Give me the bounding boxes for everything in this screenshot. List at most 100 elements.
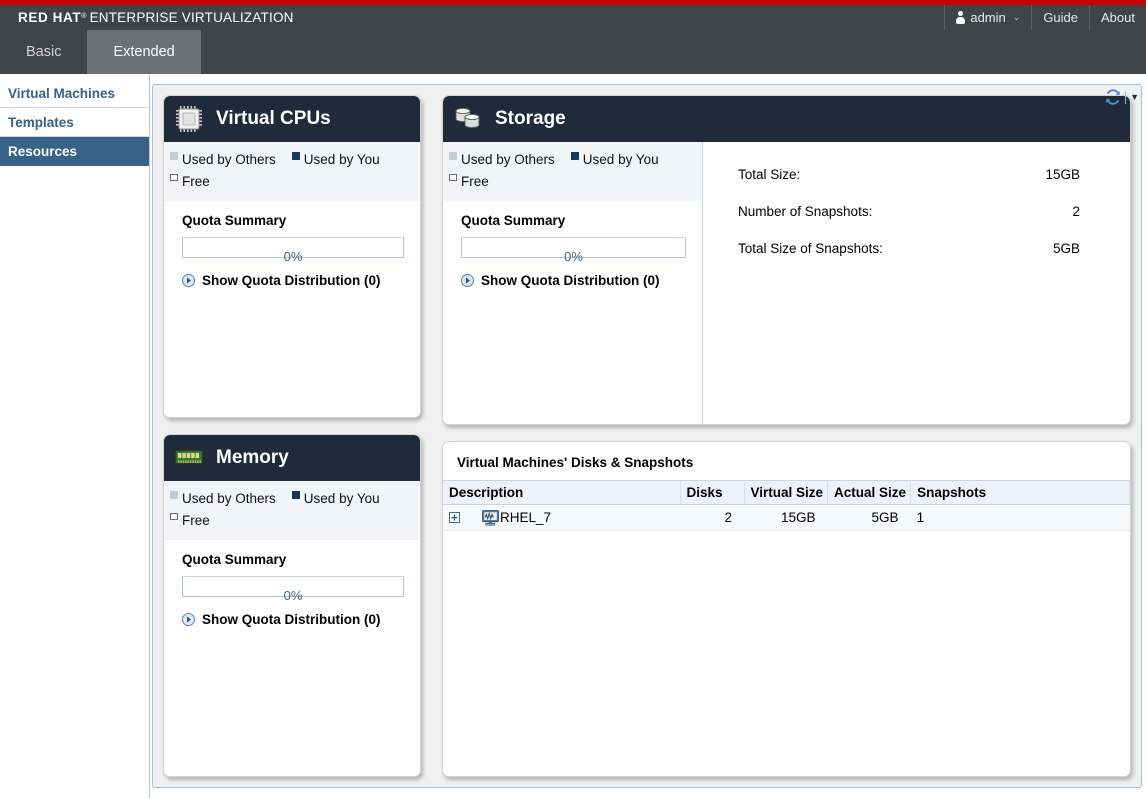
- table-body: RHEL_7 2 15GB 5GB 1: [443, 505, 1130, 531]
- storage-panel-header: Storage: [443, 96, 1130, 142]
- storage-quota: Quota Summary 0% Show Quota Distr: [443, 201, 702, 288]
- brand-trademark: ®: [81, 13, 89, 20]
- brand-redhat-text: RED HAT: [18, 10, 81, 25]
- memory-stick-icon: [174, 443, 204, 473]
- stat-label: Number of Snapshots:: [738, 204, 872, 219]
- storage-panel: Storage Used by Others: [442, 95, 1131, 425]
- legend-free: Free: [449, 171, 489, 193]
- brand-logo: RED HAT ® ENTERPRISE VIRTUALIZATION: [0, 10, 294, 25]
- legend-used-by-you: Used by You: [292, 488, 380, 510]
- legend-label-others: Used by Others: [461, 149, 555, 171]
- sidebar: Virtual Machines Templates Resources: [0, 74, 150, 798]
- legend-swatch-others-icon: [170, 152, 178, 160]
- person-icon: [956, 11, 965, 24]
- table-header: Description Disks Virtual Size Actual Si…: [443, 481, 1130, 505]
- user-navigation: admin ⌄ Guide About: [944, 5, 1146, 30]
- about-link[interactable]: About: [1089, 5, 1146, 30]
- column-header-disks[interactable]: Disks: [680, 481, 744, 505]
- masthead: RED HAT ® ENTERPRISE VIRTUALIZATION admi…: [0, 5, 1146, 30]
- virtual-cpus-legend: Used by Others Used by You Free: [164, 142, 420, 201]
- legend-label-free: Free: [182, 510, 210, 532]
- table-header-row: Description Disks Virtual Size Actual Si…: [443, 481, 1130, 505]
- storage-title: Storage: [495, 108, 566, 130]
- disks-snapshots-title: Virtual Machines' Disks & Snapshots: [443, 442, 1130, 480]
- legend-label-you: Used by You: [304, 149, 380, 171]
- stat-value: 15GB: [1045, 167, 1080, 182]
- user-menu[interactable]: admin ⌄: [944, 5, 1031, 30]
- column-header-actual-size[interactable]: Actual Size: [828, 481, 911, 505]
- left-panel-column: Virtual CPUs Used by Others Used by You: [163, 95, 421, 777]
- legend-label-you: Used by You: [583, 149, 659, 171]
- legend-used-by-you: Used by You: [571, 149, 659, 171]
- legend-used-by-you: Used by You: [292, 149, 380, 171]
- quota-summary-title: Quota Summary: [182, 213, 404, 228]
- cell-snapshots: 1: [911, 505, 1130, 531]
- legend-free: Free: [170, 171, 210, 193]
- legend-label-free: Free: [182, 171, 210, 193]
- legend-label-others: Used by Others: [182, 149, 276, 171]
- cell-virtual-size: 15GB: [744, 505, 828, 531]
- cell-description: RHEL_7: [443, 505, 680, 531]
- right-panel-column: Storage Used by Others: [442, 95, 1131, 777]
- quota-percent-label: 0%: [462, 249, 685, 264]
- toolbar-separator: [1125, 91, 1126, 104]
- tab-basic[interactable]: Basic: [0, 30, 87, 74]
- tab-extended[interactable]: Extended: [87, 30, 200, 74]
- legend-swatch-you-icon: [292, 491, 300, 499]
- stat-label: Total Size:: [738, 167, 800, 182]
- virtual-cpus-panel-header: Virtual CPUs: [164, 96, 420, 142]
- storage-statistics: Total Size: 15GB Number of Snapshots: 2 …: [703, 142, 1130, 424]
- show-quota-distribution-link[interactable]: Show Quota Distribution (0): [461, 273, 686, 288]
- expand-plus-icon[interactable]: [449, 512, 460, 523]
- arrow-right-circle-icon: [461, 274, 474, 287]
- quota-progress-bar: 0%: [182, 237, 404, 258]
- sidebar-item-virtual-machines[interactable]: Virtual Machines: [0, 79, 149, 108]
- body-wrapper: Virtual Machines Templates Resources ▼: [0, 74, 1146, 798]
- quota-summary-title: Quota Summary: [182, 552, 404, 567]
- legend-swatch-free-icon: [170, 513, 178, 520]
- dropdown-caret-icon[interactable]: ▼: [1130, 92, 1139, 102]
- quota-progress-bar: 0%: [461, 237, 686, 258]
- column-header-snapshots[interactable]: Snapshots: [911, 481, 1130, 505]
- column-header-virtual-size[interactable]: Virtual Size: [744, 481, 828, 505]
- legend-free: Free: [170, 510, 210, 532]
- chevron-down-icon: ⌄: [1013, 12, 1021, 23]
- storage-panel-body: Used by Others Used by You: [443, 142, 1130, 424]
- show-quota-distribution-link[interactable]: Show Quota Distribution (0): [182, 273, 404, 288]
- stat-total-size-of-snapshots: Total Size of Snapshots: 5GB: [738, 241, 1080, 256]
- column-header-description[interactable]: Description: [443, 481, 680, 505]
- stat-value: 5GB: [1053, 241, 1080, 256]
- quota-summary-title: Quota Summary: [461, 213, 686, 228]
- brand-product-text: ENTERPRISE VIRTUALIZATION: [90, 10, 294, 25]
- virtual-cpus-panel: Virtual CPUs Used by Others Used by You: [163, 95, 421, 418]
- legend-label-others: Used by Others: [182, 488, 276, 510]
- sidebar-item-resources[interactable]: Resources: [0, 137, 149, 166]
- refresh-icon[interactable]: [1105, 89, 1121, 105]
- memory-legend: Used by Others Used by You Free: [164, 481, 420, 540]
- cell-actual-size: 5GB: [828, 505, 911, 531]
- arrow-right-circle-icon: [182, 274, 195, 287]
- vm-name-label: RHEL_7: [500, 510, 551, 525]
- refresh-control[interactable]: ▼: [1105, 89, 1139, 105]
- content-panel-container: ▼: [152, 84, 1142, 788]
- virtual-machine-icon: [482, 510, 499, 526]
- stat-label: Total Size of Snapshots:: [738, 241, 883, 256]
- legend-swatch-you-icon: [571, 152, 579, 160]
- cpu-chip-icon: [174, 104, 204, 134]
- table-row[interactable]: RHEL_7 2 15GB 5GB 1: [443, 505, 1130, 531]
- stat-value: 2: [1072, 204, 1080, 219]
- legend-swatch-free-icon: [170, 174, 178, 181]
- virtual-cpus-quota: Quota Summary 0% Show Quota Distribution…: [164, 201, 420, 288]
- stat-number-of-snapshots: Number of Snapshots: 2: [738, 204, 1080, 219]
- legend-swatch-others-icon: [170, 491, 178, 499]
- show-quota-distribution-link[interactable]: Show Quota Distribution (0): [182, 612, 404, 627]
- quota-percent-label: 0%: [183, 588, 403, 603]
- storage-quota-column: Used by Others Used by You: [443, 142, 703, 424]
- disks-panel-filler: [443, 531, 1130, 776]
- guide-link[interactable]: Guide: [1031, 5, 1089, 30]
- disks-snapshots-table: Description Disks Virtual Size Actual Si…: [443, 480, 1130, 531]
- sidebar-item-templates[interactable]: Templates: [0, 108, 149, 137]
- quota-percent-label: 0%: [183, 249, 403, 264]
- memory-panel: Memory Used by Others Used by You: [163, 434, 421, 777]
- storage-quota-filler: [443, 288, 702, 424]
